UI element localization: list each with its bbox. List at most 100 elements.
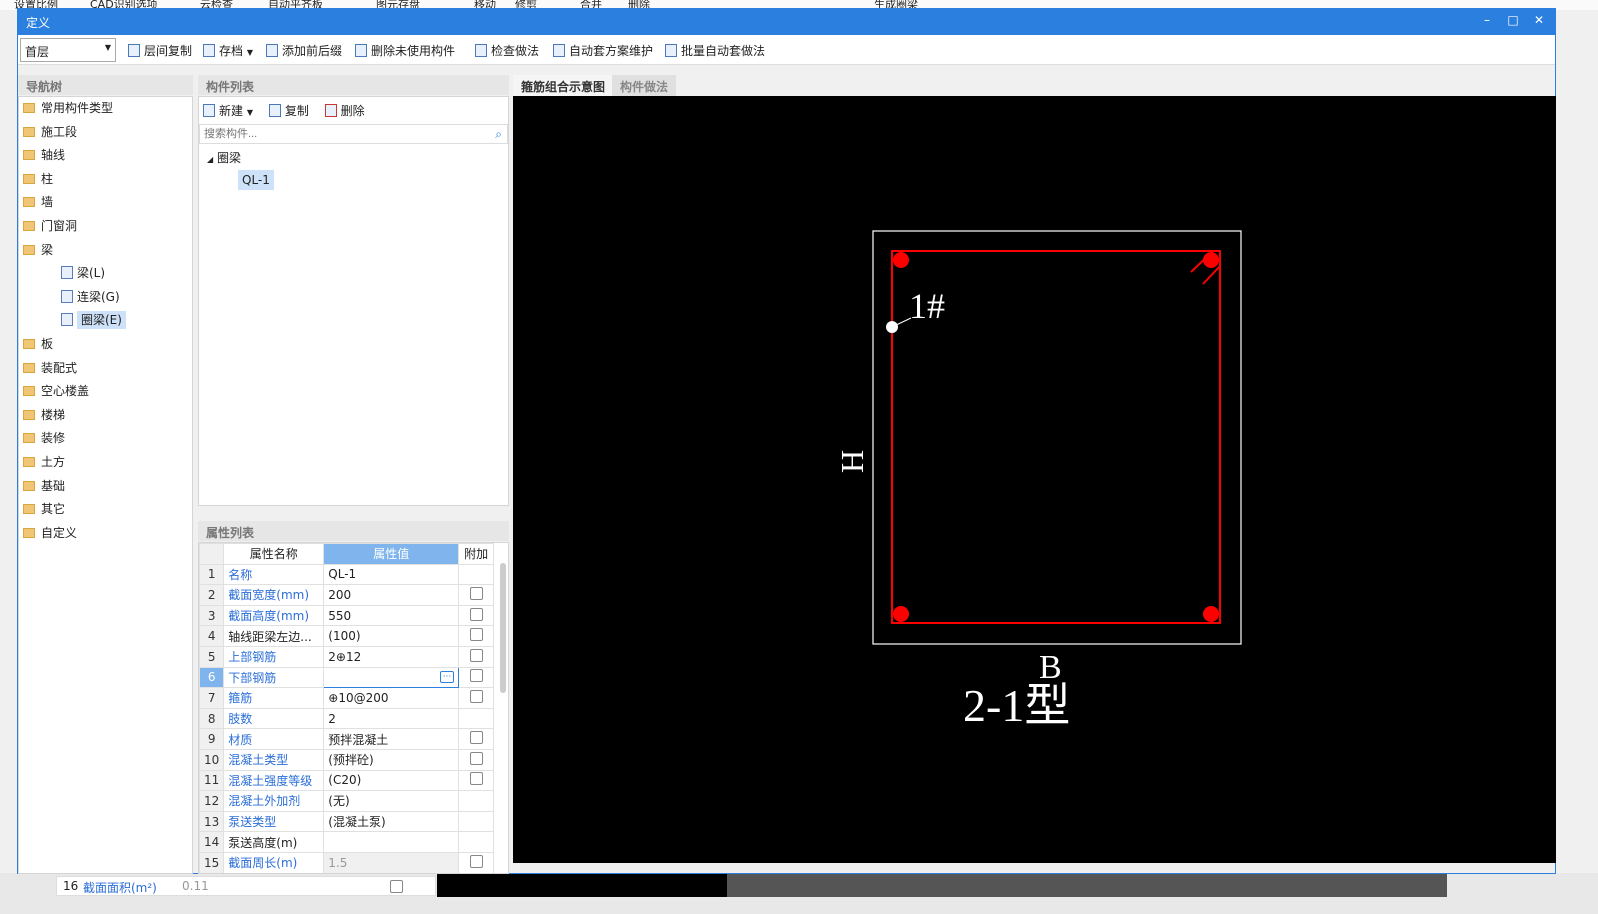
tab-0[interactable]: 箍筋组合示意图 [513,75,614,96]
property-row[interactable]: 2 截面宽度(mm) 200 [199,584,494,606]
nav-item[interactable]: 梁 [19,239,192,263]
row-number: 14 [199,831,225,853]
row-number: 13 [199,810,225,833]
property-value[interactable]: 预拌混凝土 [323,728,460,750]
toolbar-archive-button[interactable]: 存档 ▼ [203,42,253,59]
nav-item[interactable]: 常用构件类型 [19,97,192,121]
property-value[interactable]: 2⊕12 [323,645,460,668]
chevron-down-icon: ▼ [246,48,253,57]
property-value[interactable]: (混凝土泵) [323,810,460,833]
nav-item-label: 土方 [41,454,66,469]
bg-row-checkbox[interactable] [390,880,403,893]
extra-checkbox[interactable] [469,689,483,703]
property-value[interactable]: (无) [323,790,460,812]
property-value[interactable]: ··· [323,666,460,689]
rebar-dot [1203,252,1219,268]
property-value[interactable]: 2 [323,707,460,730]
nav-item[interactable]: 施工段 [19,121,192,145]
property-row[interactable]: 9 材质 预拌混凝土 [199,728,494,750]
toolbar-scheme-button[interactable]: 自动套方案维护 [553,42,653,59]
toolbar-check-button[interactable]: 检查做法 [475,42,539,59]
close-button[interactable]: ✕ [1529,13,1549,27]
maximize-button[interactable]: □ [1503,13,1523,27]
property-value[interactable]: QL-1 [323,563,460,586]
tab-1[interactable]: 构件做法 [612,75,677,96]
nav-item[interactable]: 连梁(G) [19,286,192,310]
nav-item[interactable]: 装修 [19,427,192,451]
minimize-button[interactable]: – [1477,13,1497,27]
nav-item[interactable]: 其它 [19,498,192,522]
nav-item-label: 其它 [41,502,66,517]
stirrup-diagram-canvas[interactable]: 1# H B 2-1型 [513,96,1556,863]
nav-item[interactable]: 轴线 [19,144,192,168]
nav-item[interactable]: 板 [19,333,192,357]
folder-icon [23,244,35,255]
nav-item[interactable]: 墙 [19,191,192,215]
property-value[interactable] [323,831,460,853]
nav-item[interactable]: 门窗洞 [19,215,192,239]
more-icon[interactable]: ··· [439,670,455,683]
extra-checkbox[interactable] [469,772,483,786]
copy-icon [128,44,140,57]
property-row[interactable]: 13 泵送类型 (混凝土泵) [199,810,494,833]
toolbar-delete-unused-button[interactable]: 删除未使用构件 [355,42,455,59]
extra-checkbox[interactable] [469,607,483,621]
property-row[interactable]: 3 截面高度(mm) 550 [199,604,494,627]
property-value[interactable]: 200 [323,584,460,606]
property-row[interactable]: 6 下部钢筋 ··· [199,666,494,689]
row-number: 2 [199,584,225,606]
row-number: 3 [199,604,225,627]
extra-checkbox[interactable] [469,731,483,745]
nav-item[interactable]: 空心楼盖 [19,380,192,404]
property-row[interactable]: 15 截面周长(m) 1.5 [199,851,494,873]
extra-checkbox[interactable] [469,751,483,765]
property-name: 混凝土外加剂 [223,790,325,812]
property-row[interactable]: 4 轴线距梁左边... (100) [199,625,494,647]
property-value[interactable]: 1.5 [323,851,460,873]
property-value[interactable]: (C20) [323,769,460,792]
delete-button[interactable]: 删除 [324,104,365,118]
nav-item[interactable]: 楼梯 [19,404,192,428]
property-row[interactable]: 11 混凝土强度等级 (C20) [199,769,494,792]
toolbar-batch-button[interactable]: 批量自动套做法 [665,42,765,59]
nav-item[interactable]: 基础 [19,475,192,499]
property-value[interactable]: (预拌砼) [323,748,460,771]
nav-item[interactable]: 装配式 [19,357,192,381]
nav-item[interactable]: 圈梁(E) [19,309,192,333]
nav-item-label: 装修 [41,431,66,446]
copy-button[interactable]: 复制 [268,104,309,118]
extra-checkbox[interactable] [469,669,483,683]
property-row[interactable]: 10 混凝土类型 (预拌砼) [199,748,494,771]
nav-item[interactable]: 柱 [19,168,192,192]
nav-header: 导航树 [18,75,193,95]
property-value[interactable]: (100) [323,625,460,647]
component-list-header: 构件列表 [198,75,509,95]
nav-item[interactable]: 自定义 [19,522,192,546]
property-row[interactable]: 1 名称 QL-1 [199,563,494,586]
new-button[interactable]: 新建 ▼ [203,104,253,118]
floor-select[interactable]: 首层 ▼ [20,38,116,62]
nav-item-label: 连梁(G) [77,289,120,304]
nav-item-label: 墙 [41,195,54,210]
extra-checkbox[interactable] [469,586,483,600]
property-row[interactable]: 12 混凝土外加剂 (无) [199,790,494,812]
toolbar-prefix-button[interactable]: 添加前后缀 [266,42,342,59]
extra-checkbox[interactable] [469,648,483,662]
property-value[interactable]: ⊕10@200 [323,687,460,709]
row-number: 7 [199,687,225,709]
group-圈梁[interactable]: ◢ 圈梁 [207,149,241,166]
property-value[interactable]: 550 [323,604,460,627]
nav-item[interactable]: 土方 [19,451,192,475]
extra-checkbox[interactable] [469,854,483,868]
scrollbar[interactable] [500,563,506,693]
nav-item[interactable]: 梁(L) [19,262,192,286]
property-row[interactable]: 5 上部钢筋 2⊕12 [199,645,494,668]
property-row[interactable]: 8 肢数 2 [199,707,494,730]
toolbar-copy-button[interactable]: 层间复制 [128,42,192,59]
component-item-ql-1[interactable]: QL-1 [238,170,274,190]
search-input[interactable] [199,124,508,144]
property-row[interactable]: 7 箍筋 ⊕10@200 [199,687,494,709]
extra-checkbox[interactable] [469,628,483,642]
nav-item-label: 圈梁(E) [77,311,126,330]
property-row[interactable]: 14 泵送高度(m) [199,831,494,853]
